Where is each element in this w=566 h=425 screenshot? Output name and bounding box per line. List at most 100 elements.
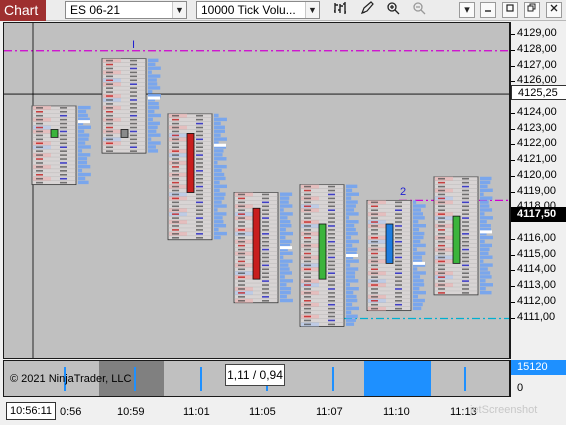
footprint-ask-text — [462, 268, 469, 271]
bar-style-icon[interactable] — [330, 1, 350, 19]
footprint-bid-text — [304, 280, 311, 282]
footprint-bar[interactable] — [299, 184, 359, 327]
minimize-button[interactable] — [480, 2, 496, 18]
footprint-bid-text — [438, 264, 445, 267]
close-button[interactable] — [546, 2, 562, 18]
footprint-ask-text — [60, 122, 67, 125]
footprint-ask-text — [196, 158, 203, 160]
volume-profile-bar — [280, 231, 293, 236]
footprint-bar[interactable] — [366, 199, 426, 312]
volume-profile-bar — [78, 141, 86, 145]
price-axis[interactable]: 4129,00 4128,00 4127,00 4126,00 4125,25 4124,… — [510, 22, 566, 359]
footprint-ask-text — [328, 244, 335, 247]
zoom-in-icon[interactable] — [383, 1, 403, 19]
pencil-icon[interactable] — [357, 1, 377, 19]
volume-profile-bar — [78, 129, 85, 133]
footprint-bid-text — [36, 126, 43, 129]
chevron-down-icon[interactable]: ▼ — [172, 2, 186, 18]
footprint-ask-text — [328, 288, 335, 290]
footprint-ask-text — [328, 264, 335, 267]
chart-tab[interactable]: Chart — [0, 0, 46, 21]
footprint-ask-text — [462, 244, 469, 247]
instrument-value: ES 06-21 — [70, 3, 121, 17]
footprint-bid-text — [106, 107, 113, 109]
footprint-bid-text — [371, 205, 378, 208]
poc-marker — [78, 120, 90, 124]
footprint-bid-text — [438, 177, 445, 180]
footprint-bid-text — [304, 288, 311, 290]
footprint-bid-text — [36, 162, 43, 164]
footprint-bid-text — [106, 99, 113, 101]
footprint-bid-text — [36, 181, 43, 184]
footprint-ask-text — [462, 213, 469, 215]
footprint-ask-text — [60, 110, 67, 113]
chevron-down-icon[interactable]: ▼ — [305, 2, 319, 18]
maximize-button[interactable] — [502, 2, 518, 18]
volume-profile-bar — [413, 235, 424, 240]
footprint-bid-text — [371, 217, 378, 219]
footprint-bid-text — [172, 130, 179, 133]
volume-profile-bar — [346, 298, 358, 303]
footprint-bar[interactable] — [167, 113, 227, 241]
volume-profile-bar — [280, 283, 287, 287]
price-label: 4116,00 — [517, 231, 556, 244]
dropdown-button[interactable]: ▾ — [459, 2, 475, 18]
instrument-selector[interactable]: ES 06-21 ▼ — [65, 1, 187, 19]
volume-profile-bar — [148, 82, 158, 86]
footprint-ask-text — [462, 189, 469, 192]
volume-profile-bar — [214, 172, 225, 177]
time-label: 11:01 — [183, 406, 210, 418]
volume-profile-bar — [214, 208, 218, 212]
indicator-spike — [332, 367, 334, 391]
footprint-bar[interactable] — [233, 192, 293, 304]
volume-profile-bar — [480, 204, 490, 208]
footprint-bid-text — [36, 158, 43, 160]
footprint-bid-text — [371, 240, 378, 243]
volume-profile-bar — [346, 227, 356, 232]
footprint-ask-text — [328, 185, 335, 188]
footprint-bid-text — [438, 193, 445, 196]
volume-profile-bar — [78, 133, 90, 137]
footprint-ask-text — [130, 83, 137, 86]
price-plot[interactable]: I2 — [3, 22, 510, 359]
footprint-bid-text — [238, 193, 245, 196]
footprint-ask-text — [328, 197, 335, 200]
footprint-ask-text — [262, 240, 269, 243]
footprint-bar[interactable] — [433, 176, 493, 296]
restore-button[interactable] — [524, 2, 540, 18]
volume-profile-bar — [346, 196, 352, 200]
footprint-bid-text — [238, 236, 245, 239]
time-label: 11:05 — [249, 406, 276, 418]
footprint-bar[interactable] — [31, 105, 91, 186]
crosshair-time-label: 10:56:11 — [6, 402, 56, 420]
footprint-ask-text — [130, 75, 137, 78]
footprint-bid-text — [304, 315, 311, 318]
volume-profile-bar — [214, 220, 224, 224]
footprint-bar[interactable] — [101, 58, 161, 154]
volume-profile-bar — [214, 204, 227, 208]
volume-profile-bar — [413, 220, 419, 224]
footprint-ask-text — [462, 240, 469, 243]
footprint-ask-text — [328, 272, 335, 275]
volume-profile-bar — [346, 302, 353, 307]
footprint-ask-text — [130, 91, 137, 93]
footprint-bid-text — [304, 264, 311, 267]
footprint-ask-text — [130, 114, 137, 117]
zoom-out-icon[interactable] — [409, 1, 429, 19]
footprint-bid-text — [438, 280, 445, 282]
footprint-ask-text — [395, 229, 402, 231]
footprint-bid-text — [304, 197, 311, 200]
period-selector[interactable]: 10000 Tick Volu... ▼ — [196, 1, 320, 19]
volume-profile-bar — [346, 243, 353, 248]
footprint-bid-text — [438, 221, 445, 223]
volume-profile-bar — [148, 113, 161, 118]
footprint-ask-text — [196, 177, 203, 180]
price-label: 4112,00 — [517, 294, 556, 307]
footprint-bid-text — [36, 122, 43, 125]
footprint-ask-text — [462, 280, 469, 282]
footprint-ask-text — [60, 154, 67, 156]
footprint-bid-text — [371, 256, 378, 259]
footprint-bid-text — [304, 193, 311, 196]
footprint-bid-text — [238, 272, 245, 275]
footprint-ask-text — [262, 264, 269, 267]
